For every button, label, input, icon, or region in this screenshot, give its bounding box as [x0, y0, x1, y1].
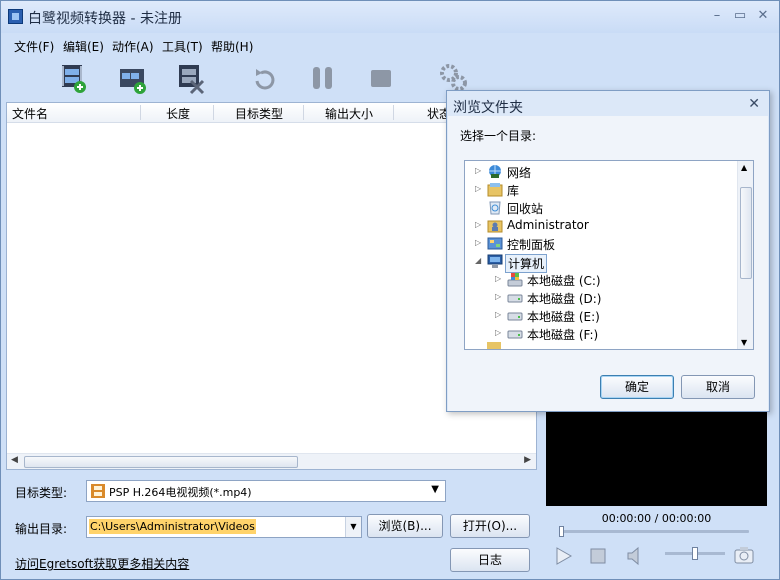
cancel-button[interactable]: 取消 — [681, 375, 755, 399]
menu-edit[interactable]: 编辑(E) — [63, 38, 104, 55]
expand-arrow-icon[interactable]: ▷ — [495, 310, 501, 319]
column-filename[interactable]: 文件名 — [12, 105, 48, 122]
tree-item-label: 本地磁盘 (F:) — [527, 328, 599, 342]
library-icon — [487, 182, 503, 197]
expand-arrow-icon[interactable]: ▷ — [475, 184, 481, 193]
time-display: 00:00:00 / 00:00:00 — [601, 512, 712, 525]
menu-file[interactable]: 文件(F) — [14, 38, 54, 55]
ok-button[interactable]: 确定 — [600, 375, 674, 399]
menu-action[interactable]: 动作(A) — [112, 38, 154, 55]
tree-item-label: 本地磁盘 (D:) — [527, 292, 602, 306]
expand-arrow-icon[interactable]: ▷ — [475, 166, 481, 175]
browse-button[interactable]: 浏览(B)... — [367, 514, 443, 538]
system-drive-icon — [507, 272, 523, 287]
snapshot-camera-icon[interactable] — [734, 546, 754, 564]
tree-item-label: 控制面板 — [507, 238, 556, 252]
folder-tree[interactable]: ▷ 网络 ▷ 库回收站 ▷ Administrator ▷ 控制面板 ◢ 计算机 ▷ 本地磁盘 (C:… — [464, 160, 754, 350]
maximize-button[interactable]: ▭ — [731, 7, 749, 25]
output-dir-input[interactable]: C:\Users\Administrator\Videos ▼ — [86, 516, 362, 538]
drive-icon — [507, 326, 523, 341]
scroll-up-button[interactable]: ▲ — [741, 163, 747, 172]
menu-bar: 文件(F) 编辑(E) 动作(A) 工具(T) 帮助(H) — [1, 35, 779, 57]
title-bar[interactable]: 白鹭视频转换器 - 未注册 – ▭ ✕ — [1, 1, 779, 33]
video-format-icon — [91, 484, 105, 498]
tree-item-label: Administrator — [507, 218, 589, 232]
remove-icon — [179, 65, 205, 95]
dialog-close-button[interactable]: ✕ — [748, 96, 760, 112]
user-folder-icon — [487, 218, 503, 233]
column-output-size[interactable]: 输出大小 — [325, 105, 373, 122]
seek-track[interactable] — [559, 526, 749, 537]
close-button[interactable]: ✕ — [754, 7, 772, 25]
pause-icon — [313, 67, 332, 89]
stop-icon — [371, 70, 391, 87]
output-dir-label: 输出目录: — [15, 522, 68, 536]
target-type-label: 目标类型: — [15, 486, 68, 500]
scrollbar-thumb[interactable] — [24, 456, 298, 468]
seek-handle[interactable] — [559, 526, 564, 537]
tree-vertical-scrollbar[interactable]: ▲ ▼ — [737, 161, 753, 349]
tree-item-label: 本地磁盘 (C:) — [527, 274, 601, 288]
horizontal-scrollbar[interactable]: ◀ ▶ — [7, 453, 536, 469]
stop-button[interactable] — [365, 61, 397, 95]
tree-item-partial — [487, 341, 507, 349]
tree-item-label: 库 — [507, 184, 520, 198]
main-window: 白鹭视频转换器 - 未注册 – ▭ ✕ 文件(F) 编辑(E) 动作(A) 工具… — [0, 0, 780, 580]
column-target-type[interactable]: 目标类型 — [235, 105, 283, 122]
volume-handle[interactable] — [692, 547, 698, 560]
target-type-value: PSP H.264电视视频(*.mp4) — [109, 486, 252, 499]
menu-help[interactable]: 帮助(H) — [211, 38, 253, 55]
visit-egretsoft-link[interactable]: 访问Egretsoft获取更多相关内容 — [15, 555, 189, 572]
scroll-down-button[interactable]: ▼ — [741, 338, 747, 347]
network-icon — [487, 164, 503, 179]
add-video-icon — [62, 65, 86, 93]
add-video-button[interactable] — [59, 61, 91, 95]
computer-icon — [487, 254, 503, 269]
tree-item-label: 回收站 — [507, 202, 544, 216]
add-folder-icon — [120, 69, 146, 94]
recycle-bin-icon — [487, 200, 503, 215]
dialog-title: 浏览文件夹 — [453, 100, 523, 116]
play-icon[interactable] — [554, 546, 574, 566]
output-dir-value: C:\Users\Administrator\Videos — [89, 519, 256, 534]
volume-icon[interactable] — [626, 546, 642, 566]
scroll-left-button[interactable]: ◀ — [11, 455, 18, 465]
window-title: 白鹭视频转换器 - 未注册 — [28, 11, 182, 27]
refresh-icon — [255, 69, 275, 90]
stop-icon[interactable] — [590, 548, 606, 564]
tree-item-label: 网络 — [507, 166, 532, 180]
log-button[interactable]: 日志 — [450, 548, 530, 572]
scroll-right-button[interactable]: ▶ — [524, 455, 531, 465]
control-panel-icon — [487, 236, 503, 251]
expand-arrow-icon[interactable]: ▷ — [475, 220, 481, 229]
expand-arrow-icon[interactable]: ▷ — [495, 274, 501, 283]
tree-item-label: 本地磁盘 (E:) — [527, 310, 600, 324]
add-folder-button[interactable] — [117, 61, 149, 95]
drive-icon — [507, 308, 523, 323]
expand-arrow-icon[interactable]: ▷ — [495, 292, 501, 301]
column-length[interactable]: 长度 — [166, 105, 190, 122]
pause-button[interactable] — [307, 61, 339, 95]
dialog-prompt: 选择一个目录: — [460, 129, 537, 143]
menu-tools[interactable]: 工具(T) — [162, 38, 203, 55]
refresh-button[interactable] — [249, 61, 281, 95]
tree-item-label: 计算机 — [505, 254, 548, 273]
open-button[interactable]: 打开(O)... — [450, 514, 530, 538]
chevron-down-icon: ▼ — [431, 484, 439, 495]
drive-icon — [507, 290, 523, 305]
volume-slider[interactable] — [665, 547, 725, 560]
target-type-select[interactable]: PSP H.264电视视频(*.mp4) ▼ — [86, 480, 446, 502]
chevron-down-icon[interactable]: ▼ — [345, 517, 361, 537]
app-icon — [8, 9, 23, 24]
remove-button[interactable] — [175, 61, 207, 95]
expand-arrow-icon[interactable]: ▷ — [495, 328, 501, 337]
tree-scrollbar-thumb[interactable] — [740, 187, 752, 279]
collapse-arrow-icon[interactable]: ◢ — [475, 256, 481, 265]
video-preview — [546, 410, 767, 506]
minimize-button[interactable]: – — [708, 7, 726, 25]
expand-arrow-icon[interactable]: ▷ — [475, 238, 481, 247]
browse-folder-dialog: 浏览文件夹 ✕ 选择一个目录: ▷ 网络 ▷ 库回收站 ▷ Administrator ▷ 控… — [446, 90, 770, 412]
